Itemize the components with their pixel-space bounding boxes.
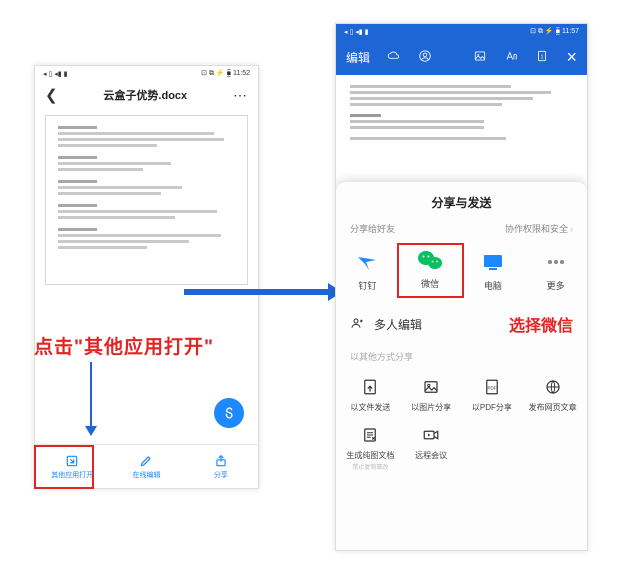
remote-meeting-icon: [421, 425, 441, 445]
action-share-pdf[interactable]: PDF 以PDF分享: [462, 369, 523, 417]
aa-icon[interactable]: [504, 49, 518, 66]
status-left: ◂ ▯ ◂▮ ▮: [344, 28, 368, 36]
fab-button[interactable]: [214, 398, 244, 428]
computer-icon: [480, 249, 506, 275]
share-computer[interactable]: 电脑: [462, 245, 525, 296]
phone-left: ◂ ▯ ◂▮ ▮ ⊡ ⧉ ⚡ ⧯ 11:52 ❮ 云盒子优势.docx ⋯ 其他…: [34, 65, 259, 489]
action-share-image[interactable]: 以图片分享: [401, 369, 462, 417]
permissions-link[interactable]: 协作权限和安全›: [505, 222, 573, 235]
sheet-title: 分享与发送: [336, 182, 587, 219]
send-file-icon: [360, 377, 380, 397]
share-icon: [214, 454, 228, 468]
action-label: 远程会议: [415, 450, 447, 461]
close-icon[interactable]: ×: [566, 50, 577, 64]
document-preview: [45, 115, 248, 285]
share-wechat[interactable]: 微信: [397, 243, 464, 298]
action-label: 发布网页文章: [529, 402, 577, 413]
bottom-label-1: 在线编辑: [132, 470, 160, 480]
publish-icon: [543, 377, 563, 397]
status-bar: ◂ ▯ ◂▮ ▮ ⊡ ⧉ ⚡ ⧯ 11:52: [35, 66, 258, 81]
share-button[interactable]: 分享: [184, 445, 258, 488]
arrow-down-icon: [90, 362, 92, 434]
bottom-toolbar: 其他应用打开 在线编辑 分享: [35, 444, 258, 488]
action-sublabel: 禁止复制篡改: [352, 462, 388, 471]
share-more[interactable]: 更多: [524, 245, 587, 296]
share-targets: 钉钉 微信 电脑 更多: [336, 243, 587, 302]
online-edit-button[interactable]: 在线编辑: [109, 445, 183, 488]
pure-image-icon: [360, 425, 380, 445]
wechat-icon: [417, 247, 443, 273]
annotation-left: 点击"其他应用打开": [34, 332, 214, 359]
action-send-file[interactable]: 以文件发送: [340, 369, 401, 417]
action-pure-image-doc[interactable]: 生成纯图文档 禁止复制篡改: [340, 417, 401, 475]
editor-toolbar: 编辑 1 ×: [336, 39, 587, 75]
dingtalk-icon: [354, 249, 380, 275]
more-icon[interactable]: ⋯: [233, 87, 248, 104]
share-image-icon: [421, 377, 441, 397]
share-label: 电脑: [484, 279, 502, 292]
chevron-right-icon: ›: [570, 224, 573, 234]
bottom-label-2: 分享: [214, 470, 228, 480]
action-remote-meeting[interactable]: 远程会议: [401, 417, 462, 475]
profile-icon[interactable]: [418, 49, 432, 66]
share-label: 更多: [547, 279, 565, 292]
svg-text:1: 1: [541, 54, 544, 60]
open-other-icon: [65, 454, 79, 468]
page-title: 云盒子优势.docx: [103, 87, 187, 103]
action-grid: 以文件发送 以图片分享 PDF 以PDF分享 发布网页文章 生成纯图文档 禁止复…: [336, 367, 587, 477]
share-sheet: 分享与发送 分享给好友 协作权限和安全› 钉钉 微信: [336, 182, 587, 550]
multi-edit-icon: [350, 315, 366, 334]
phone-right: ◂ ▯ ◂▮ ▮ ⊡ ⧉ ⚡ ⧯ 11:57 编辑 1 × 分享与发送 分享给好…: [335, 23, 588, 551]
arrow-right-icon: [184, 289, 332, 295]
pencil-icon: [139, 454, 153, 468]
document-preview: [336, 75, 587, 153]
multi-edit-row: 多人编辑 选择微信: [336, 302, 587, 342]
open-other-app-button[interactable]: 其他应用打开: [35, 445, 109, 488]
other-ways-label: 以其他方式分享: [336, 342, 587, 367]
title-bar: ❮ 云盒子优势.docx ⋯: [35, 81, 258, 109]
share-friends-label: 分享给好友: [350, 222, 395, 235]
action-publish-article[interactable]: 发布网页文章: [522, 369, 583, 417]
cloud-icon[interactable]: [387, 49, 401, 66]
annotation-right: 选择微信: [509, 312, 573, 336]
status-left: ◂ ▯ ◂▮ ▮: [43, 70, 67, 78]
image-icon[interactable]: [473, 49, 487, 66]
action-label: 以图片分享: [411, 402, 451, 413]
more-icon: [543, 249, 569, 275]
bottom-label-0: 其他应用打开: [51, 470, 93, 480]
fab-s-icon: [221, 405, 237, 421]
app-header: ◂ ▯ ◂▮ ▮ ⊡ ⧉ ⚡ ⧯ 11:57 编辑 1 ×: [336, 24, 587, 75]
share-label: 微信: [421, 277, 439, 290]
status-right: ⊡ ⧉ ⚡ ⧯ 11:52: [201, 69, 250, 78]
back-icon[interactable]: ❮: [45, 86, 58, 104]
sheet-subheader: 分享给好友 协作权限和安全›: [336, 219, 587, 243]
share-label: 钉钉: [358, 279, 376, 292]
multi-edit-button[interactable]: 多人编辑: [374, 316, 422, 333]
action-label: 以文件发送: [350, 402, 390, 413]
status-right: ⊡ ⧉ ⚡ ⧯ 11:57: [530, 27, 579, 36]
svg-text:PDF: PDF: [487, 385, 496, 390]
page-icon[interactable]: 1: [535, 49, 549, 66]
edit-button[interactable]: 编辑: [346, 49, 370, 66]
action-label: 生成纯图文档: [346, 450, 394, 461]
share-pdf-icon: PDF: [482, 377, 502, 397]
share-dingtalk[interactable]: 钉钉: [336, 245, 399, 296]
status-bar: ◂ ▯ ◂▮ ▮ ⊡ ⧉ ⚡ ⧯ 11:57: [336, 24, 587, 39]
action-label: 以PDF分享: [472, 402, 512, 413]
